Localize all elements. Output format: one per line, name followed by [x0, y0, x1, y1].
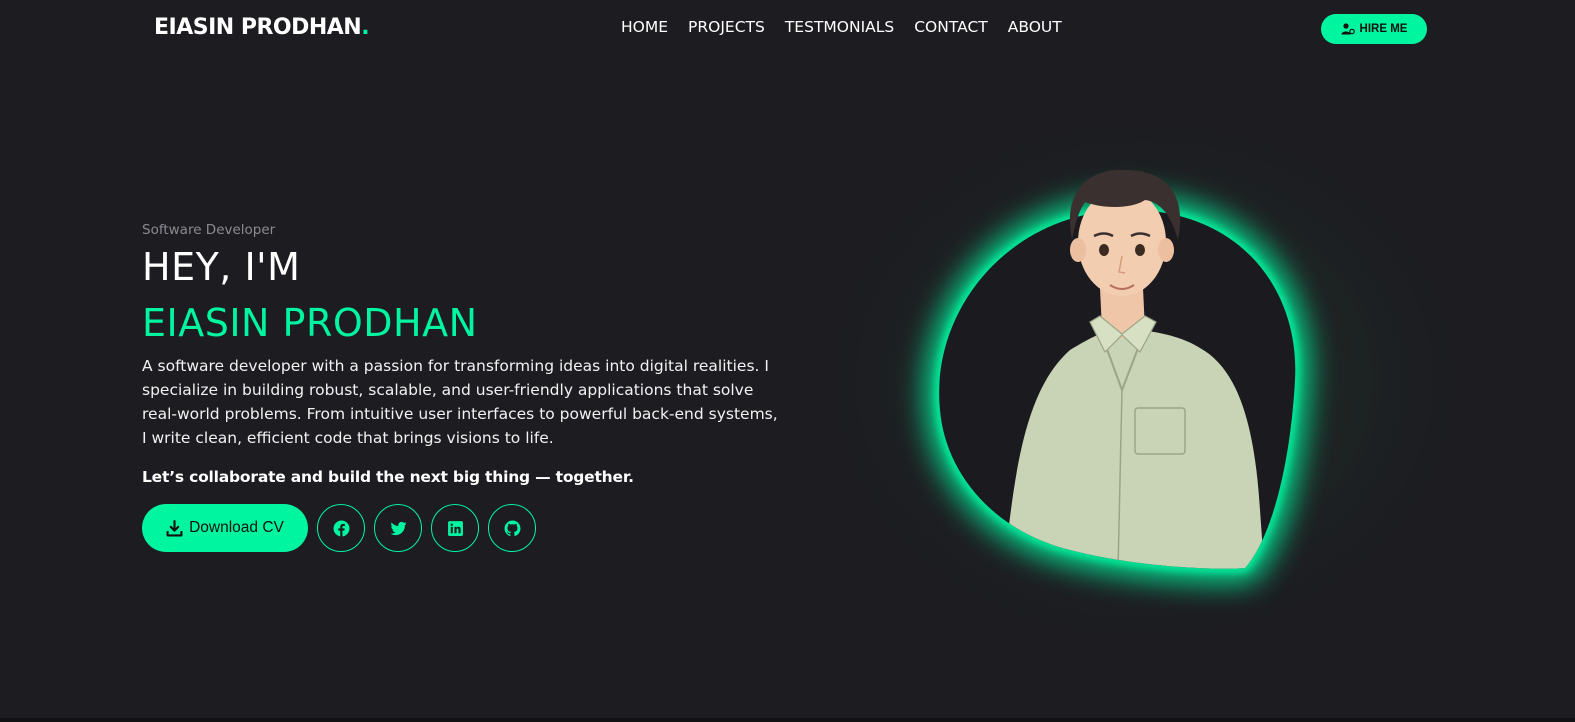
- hero-role: Software Developer: [142, 222, 276, 238]
- facebook-icon: [333, 520, 349, 537]
- hero-section: Software Developer HEY, I'M EIASIN PRODH…: [142, 222, 792, 552]
- hire-me-label: HIRE ME: [1359, 23, 1408, 35]
- linkedin-link[interactable]: [431, 504, 479, 552]
- nav-link-home[interactable]: HOME: [621, 18, 668, 36]
- facebook-link[interactable]: [317, 504, 365, 552]
- twitter-link[interactable]: [374, 504, 422, 552]
- logo-text: EIASIN PRODHAN: [154, 15, 362, 40]
- github-icon: [504, 520, 520, 536]
- user-gear-icon: [1341, 23, 1355, 35]
- hero-actions: Download CV: [142, 504, 792, 552]
- hero-tagline: Let’s collaborate and build the next big…: [142, 468, 634, 486]
- download-icon: [166, 519, 183, 536]
- hero-name: EIASIN PRODHAN: [142, 301, 478, 345]
- page-bottom-divider: [0, 718, 1575, 722]
- hire-me-button[interactable]: HIRE ME: [1321, 14, 1427, 44]
- logo[interactable]: EIASIN PRODHAN.: [154, 15, 370, 40]
- download-cv-button[interactable]: Download CV: [142, 504, 308, 552]
- github-link[interactable]: [488, 504, 536, 552]
- nav-link-testimonials[interactable]: TESTMONIALS: [785, 18, 894, 36]
- portrait-illustration: [795, 90, 1495, 670]
- twitter-icon: [390, 521, 406, 535]
- linkedin-icon: [447, 520, 463, 536]
- download-cv-label: Download CV: [189, 519, 284, 536]
- nav-link-projects[interactable]: PROJECTS: [688, 18, 765, 36]
- logo-dot: .: [361, 15, 370, 40]
- nav-link-about[interactable]: ABOUT: [1008, 18, 1062, 36]
- hero-greeting: HEY, I'M: [142, 245, 301, 289]
- nav-links: HOME PROJECTS TESTMONIALS CONTACT ABOUT: [621, 18, 1062, 36]
- navbar: EIASIN PRODHAN. HOME PROJECTS TESTMONIAL…: [0, 0, 1575, 58]
- hero-portrait: [795, 90, 1500, 670]
- hero-bio: A software developer with a passion for …: [142, 357, 778, 447]
- nav-link-contact[interactable]: CONTACT: [914, 18, 988, 36]
